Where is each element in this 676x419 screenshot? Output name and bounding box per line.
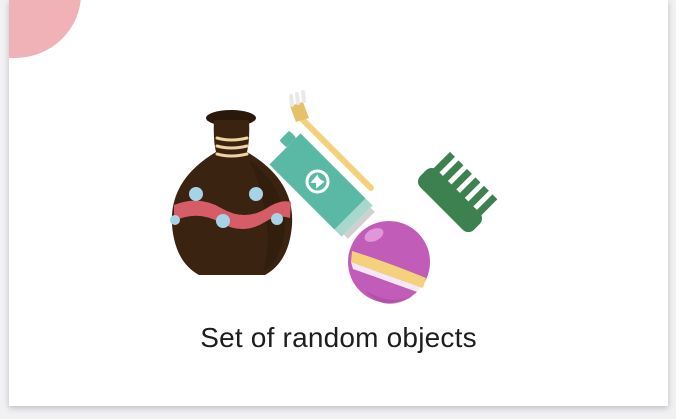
ball-icon [348,221,430,304]
comb-icon [417,151,498,233]
card: Set of random objects [9,0,668,406]
card-caption: Set of random objects [200,322,477,353]
vase-icon [170,110,293,275]
